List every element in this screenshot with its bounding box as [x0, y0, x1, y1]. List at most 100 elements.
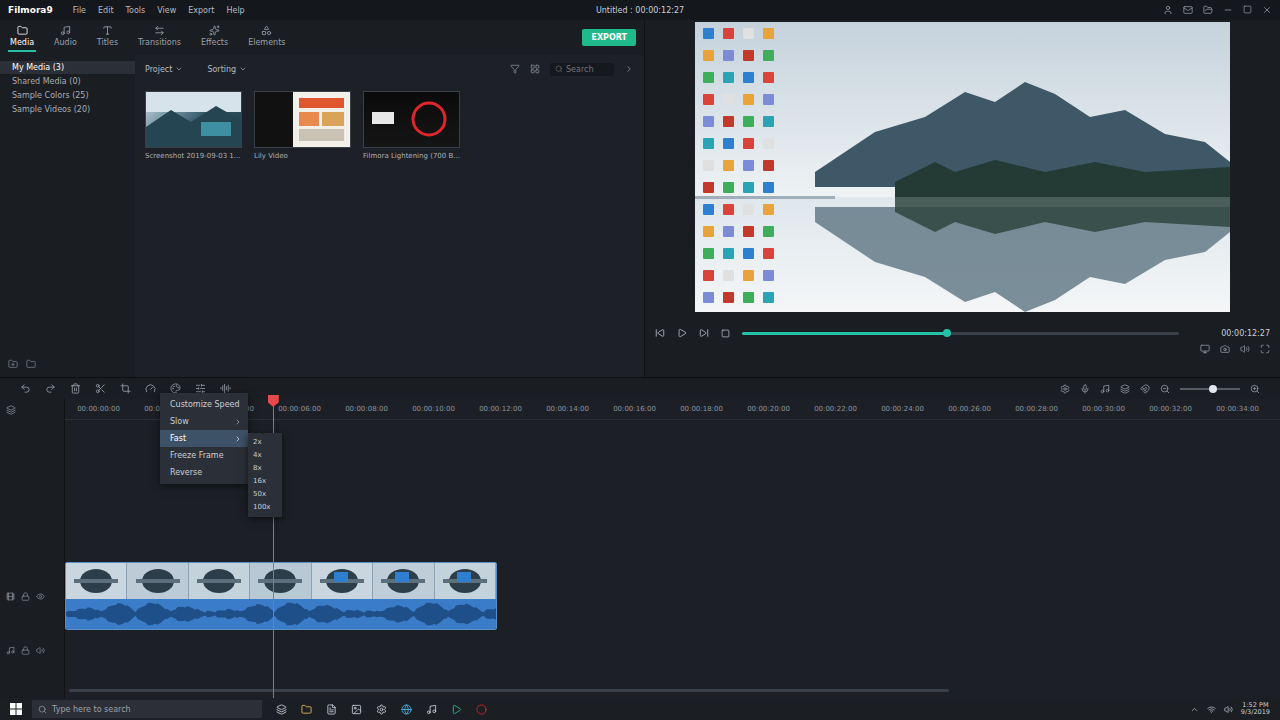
- cut-icon[interactable]: [95, 383, 106, 394]
- lock-icon[interactable]: [21, 592, 30, 601]
- context-menu-item[interactable]: Slow: [160, 413, 248, 430]
- export-button[interactable]: EXPORT: [582, 29, 636, 46]
- titles-tab-icon[interactable]: [102, 25, 113, 36]
- folder-icon[interactable]: [26, 359, 36, 369]
- elements-tab-icon[interactable]: [261, 25, 272, 36]
- account-icon[interactable]: [1163, 5, 1173, 15]
- menu-item[interactable]: View: [157, 6, 176, 15]
- scrollbar-thumb[interactable]: [69, 689, 949, 692]
- preview-scrubber[interactable]: [742, 332, 1179, 335]
- media-thumbnail[interactable]: [145, 91, 242, 148]
- zoom-knob[interactable]: [1209, 385, 1217, 393]
- media-item[interactable]: Screenshot 2019-09-03 1...: [145, 91, 242, 160]
- folder-icon[interactable]: [1203, 5, 1213, 15]
- video-track-icon[interactable]: [6, 592, 15, 601]
- submenu-arrow-icon[interactable]: [234, 435, 242, 443]
- context-menu-item[interactable]: Fast: [160, 430, 248, 447]
- filter-icon[interactable]: [510, 64, 520, 74]
- media-item[interactable]: Filmora Lightening (700 B...: [363, 91, 460, 160]
- media-tab-icon[interactable]: [17, 25, 28, 36]
- media-item[interactable]: Lily Video: [254, 91, 351, 160]
- explorer-icon[interactable]: [301, 704, 312, 715]
- close-icon[interactable]: [1262, 5, 1272, 15]
- sidebar-item[interactable]: Shared Media (0): [0, 75, 135, 88]
- search-field[interactable]: Search: [550, 63, 614, 76]
- submenu-item[interactable]: 2x: [248, 436, 282, 449]
- chevron-down-icon[interactable]: [239, 65, 247, 73]
- fullscreen-icon[interactable]: [1260, 344, 1270, 354]
- submenu-item[interactable]: 50x: [248, 488, 282, 501]
- menu-item[interactable]: Export: [188, 6, 214, 15]
- sidebar-item[interactable]: Sample Videos (20): [0, 103, 135, 116]
- library-tab[interactable]: Titles: [95, 23, 120, 52]
- media-thumbnail[interactable]: [363, 91, 460, 148]
- speaker-icon[interactable]: [36, 646, 45, 655]
- redo-icon[interactable]: [45, 383, 56, 394]
- mail-icon[interactable]: [1183, 5, 1193, 15]
- menu-item[interactable]: Tools: [126, 6, 146, 15]
- submenu-item[interactable]: 8x: [248, 462, 282, 475]
- effects-tab-icon[interactable]: [209, 25, 220, 36]
- context-menu-item[interactable]: Customize Speed: [160, 396, 248, 413]
- sidebar-item[interactable]: Sample Colors (25): [0, 89, 135, 102]
- crop-icon[interactable]: [120, 383, 131, 394]
- scrubber-knob[interactable]: [943, 329, 951, 337]
- monitor-icon[interactable]: [1200, 344, 1210, 354]
- chevron-down-icon[interactable]: [175, 65, 183, 73]
- recorder-icon[interactable]: [476, 704, 487, 715]
- taskbar-search[interactable]: Type here to search: [32, 700, 262, 718]
- photos-icon[interactable]: [351, 704, 362, 715]
- volume-icon[interactable]: [1240, 344, 1250, 354]
- playhead-handle[interactable]: [268, 395, 279, 407]
- skip-forward-icon[interactable]: [699, 328, 709, 338]
- filmora-icon[interactable]: [451, 704, 462, 715]
- zoom-out-icon[interactable]: [1160, 384, 1170, 394]
- zoom-in-icon[interactable]: [1250, 384, 1260, 394]
- submenu-item[interactable]: 100x: [248, 501, 282, 514]
- add-track-icon[interactable]: [6, 405, 16, 415]
- lock-icon[interactable]: [21, 646, 30, 655]
- menu-item[interactable]: File: [73, 6, 86, 15]
- submenu-arrow-icon[interactable]: [234, 418, 242, 426]
- new-folder-icon[interactable]: [8, 359, 18, 369]
- minimize-icon[interactable]: [1223, 5, 1233, 15]
- library-tab[interactable]: Effects: [199, 23, 230, 52]
- settings-icon[interactable]: [376, 704, 387, 715]
- windows-logo-icon[interactable]: [10, 703, 22, 715]
- snap-icon[interactable]: [1140, 384, 1150, 394]
- submenu-item[interactable]: 4x: [248, 449, 282, 462]
- audio-mixer-icon[interactable]: [1100, 384, 1110, 394]
- undo-icon[interactable]: [20, 383, 31, 394]
- tray-expand-icon[interactable]: [1190, 705, 1199, 714]
- arrow-icon[interactable]: [624, 64, 634, 74]
- voiceover-icon[interactable]: [1080, 384, 1090, 394]
- submenu-item[interactable]: 16x: [248, 475, 282, 488]
- play-icon[interactable]: [677, 328, 687, 338]
- grid-icon[interactable]: [530, 64, 540, 74]
- speed-icon[interactable]: [145, 383, 156, 394]
- library-tab[interactable]: Elements: [246, 23, 287, 52]
- filter-dropdown[interactable]: Sorting: [207, 65, 247, 74]
- transitions-tab-icon[interactable]: [154, 25, 165, 36]
- menu-item[interactable]: Help: [226, 6, 244, 15]
- render-icon[interactable]: [1060, 384, 1070, 394]
- context-menu-item[interactable]: Freeze Frame: [160, 447, 248, 464]
- sidebar-item[interactable]: My Media (3): [0, 61, 135, 74]
- video-clip[interactable]: [65, 562, 497, 630]
- maximize-icon[interactable]: [1243, 5, 1252, 14]
- audio-track-icon[interactable]: [6, 646, 15, 655]
- eye-icon[interactable]: [36, 592, 45, 601]
- music-icon[interactable]: [426, 704, 437, 715]
- speaker-icon[interactable]: [1224, 705, 1233, 714]
- layers-icon[interactable]: [1120, 384, 1130, 394]
- filter-dropdown[interactable]: Project: [145, 65, 183, 74]
- clock[interactable]: 1:52 PM9/3/2019: [1241, 702, 1270, 717]
- library-tab[interactable]: Media: [8, 23, 36, 52]
- network-icon[interactable]: [1207, 705, 1216, 714]
- audio-tab-icon[interactable]: [60, 25, 71, 36]
- snapshot-icon[interactable]: [1220, 344, 1230, 354]
- delete-icon[interactable]: [70, 383, 81, 394]
- notepad-icon[interactable]: [326, 704, 337, 715]
- task-view-icon[interactable]: [276, 704, 287, 715]
- zoom-slider[interactable]: [1180, 388, 1240, 390]
